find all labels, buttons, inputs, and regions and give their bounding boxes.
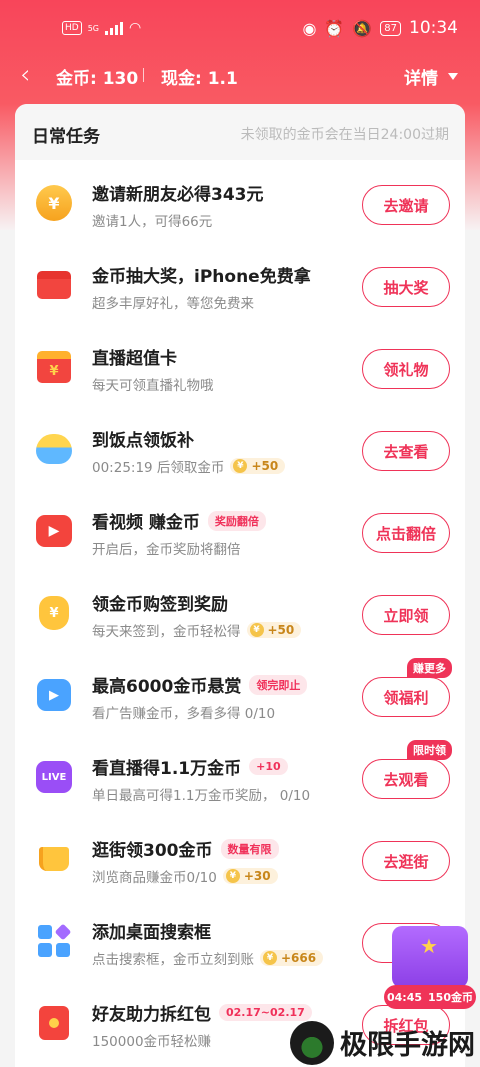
task-title: 逛街领300金币 数量有限 [92, 836, 279, 861]
coin-reward: ¥ +30 [222, 868, 278, 884]
invite-button[interactable]: 去邀请 [362, 185, 450, 225]
coin-small-icon: ¥ [225, 869, 240, 883]
task-tag: 奖励翻倍 [207, 510, 266, 531]
money-bag-icon: ¥ [35, 594, 73, 632]
clock: 10:34 [409, 18, 458, 38]
task-subtitle: 看广告赚金币，多看多得 0/10 [92, 706, 276, 722]
caret-down-icon [448, 73, 458, 80]
task-title: 金币抽大奖，iPhone免费拿 [92, 267, 311, 287]
coin-reward: ¥ +50 [230, 458, 286, 474]
signal-icon [105, 21, 123, 35]
task-subtitle: 单日最高可得1.1万金币奖励， 0/10 [92, 788, 311, 804]
task-title: 直播超值卡 [92, 349, 177, 369]
coin-icon: ¥ [35, 184, 73, 222]
watermark-logo-icon [290, 1020, 334, 1065]
divider [143, 68, 144, 82]
task-subtitle: 浏览商品赚金币0/10 ¥ +30 [92, 866, 278, 886]
task-row: 金币抽大奖，iPhone免费拿 超多丰厚好礼，等您免费来 抽大奖 [15, 248, 465, 330]
welfare-button[interactable]: 领福利 [362, 677, 450, 717]
cash-balance: 现金: 1.1 [161, 69, 238, 89]
detail-dropdown[interactable]: 详情 [404, 64, 458, 89]
treasure-chest-widget[interactable]: 04:45 150金币 [384, 920, 476, 1012]
gift-card-icon: ¥ [35, 348, 73, 386]
coin-small-icon: ¥ [233, 459, 248, 473]
claim-now-button[interactable]: 立即领 [362, 595, 450, 635]
section-title: 日常任务 [32, 127, 100, 147]
task-title: 邀请新朋友必得343元 [92, 185, 264, 205]
task-subtitle: 150000金币轻松赚 [92, 1034, 212, 1050]
task-tag: +10 [249, 758, 288, 775]
task-row: 逛街领300金币 数量有限 浏览商品赚金币0/10 ¥ +30 去逛街 [15, 822, 465, 904]
task-subtitle: 超多丰厚好礼，等您免费来 [92, 296, 254, 312]
coin-small-icon: ¥ [249, 623, 264, 637]
task-row: ▶ 最高6000金币悬赏 领完即止 看广告赚金币，多看多得 0/10 领福利 赚更… [15, 658, 465, 740]
mute-icon: 🔕 [352, 18, 373, 38]
watermark-text: 极限手游网 [340, 1030, 475, 1061]
view-meal-button[interactable]: 去查看 [362, 431, 450, 471]
top-nav: ‹ 金币: 130 现金: 1.1 详情 [0, 58, 480, 98]
task-title: 添加桌面搜索框 [92, 923, 211, 943]
task-title: 看视频 赚金币 奖励翻倍 [92, 508, 266, 533]
task-row: LIVE 看直播得1.1万金币 +10 单日最高可得1.1万金币奖励， 0/10 … [15, 740, 465, 822]
gift-box-icon [35, 266, 73, 304]
status-bar: HD 5G ◠ ◉ ⏰ 🔕 87 10:34 [0, 0, 480, 58]
live-tv-icon: LIVE [35, 758, 73, 796]
coin-reward: ¥ +50 [246, 622, 302, 638]
detail-label: 详情 [404, 69, 438, 89]
video-play-icon: ▶ [35, 512, 73, 550]
task-row: ¥ 直播超值卡 每天可领直播礼物哦 领礼物 [15, 330, 465, 412]
red-packet-icon [35, 1004, 73, 1042]
alarm-icon: ⏰ [324, 18, 345, 38]
task-title: 看直播得1.1万金币 +10 [92, 754, 288, 779]
chest-reward: 150金币 [428, 991, 473, 1004]
chest-timer: 04:45 150金币 [384, 985, 476, 1009]
task-title: 最高6000金币悬赏 领完即止 [92, 672, 308, 697]
task-row: ¥ 领金币购签到奖励 每天来签到，金币轻松得 ¥ +50 立即领 [15, 576, 465, 658]
section-header: 日常任务 未领取的金币会在当日24:00过期 [15, 104, 465, 160]
earn-more-badge: 赚更多 [407, 658, 452, 678]
chest-countdown: 04:45 [387, 990, 423, 1004]
coin-balance: 金币: 130 [56, 69, 139, 89]
task-tag: 领完即止 [249, 674, 308, 695]
coin-reward: ¥ +666 [260, 950, 324, 966]
task-subtitle: 开启后，金币奖励将翻倍 [92, 542, 241, 558]
task-row: ▶ 看视频 赚金币 奖励翻倍 开启后，金币奖励将翻倍 点击翻倍 [15, 494, 465, 576]
task-title: 领金币购签到奖励 [92, 595, 228, 615]
coin-small-icon: ¥ [263, 951, 277, 965]
back-arrow-icon[interactable]: ‹ [20, 60, 30, 90]
double-reward-button[interactable]: 点击翻倍 [362, 513, 450, 553]
hd-indicator: HD [62, 21, 82, 35]
shopping-cart-icon [35, 840, 73, 878]
task-subtitle: 邀请1人，可得66元 [92, 214, 213, 230]
task-subtitle: 点击搜索框，金币立刻到账 ¥ +666 [92, 948, 324, 968]
task-subtitle: 每天可领直播礼物哦 [92, 378, 214, 394]
task-title: 到饭点领饭补 [92, 431, 194, 451]
claim-gift-button[interactable]: 领礼物 [362, 349, 450, 389]
task-title: 好友助力拆红包 02.17~02.17 [92, 1000, 312, 1025]
rice-bowl-icon [35, 430, 73, 468]
watch-live-button[interactable]: 去观看 [362, 759, 450, 799]
eye-icon: ◉ [302, 18, 317, 38]
lottery-button[interactable]: 抽大奖 [362, 267, 450, 307]
task-tag: 数量有限 [220, 838, 279, 859]
battery-indicator: 87 [380, 20, 401, 36]
task-subtitle: 00:25:19 后领取金币 ¥ +50 [92, 456, 286, 476]
wifi-icon: ◠ [129, 20, 142, 36]
task-row: ¥ 邀请新朋友必得343元 邀请1人，可得66元 去邀请 [15, 166, 465, 248]
watermark: 极限手游网 [290, 1018, 480, 1067]
go-shopping-button[interactable]: 去逛街 [362, 841, 450, 881]
widget-grid-icon [35, 922, 73, 960]
network-type: 5G [87, 23, 99, 33]
treasure-chest-icon [392, 926, 468, 988]
task-subtitle: 每天来签到，金币轻松得 ¥ +50 [92, 620, 302, 640]
task-row: 到饭点领饭补 00:25:19 后领取金币 ¥ +50 去查看 [15, 412, 465, 494]
expiry-note: 未领取的金币会在当日24:00过期 [240, 127, 449, 143]
limited-time-badge: 限时领 [407, 740, 452, 760]
ad-play-icon: ▶ [35, 676, 73, 714]
